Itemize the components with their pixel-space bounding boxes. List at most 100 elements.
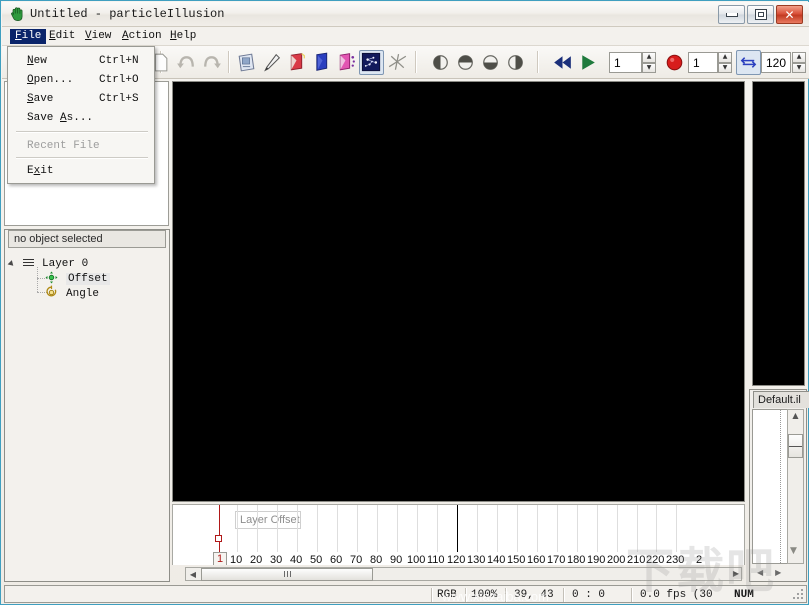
timeline-gridline	[656, 505, 657, 552]
timeline-tick-label: 200	[607, 554, 626, 565]
tree-item-layer0[interactable]: Layer 0	[42, 257, 88, 271]
scrollbar-thumb[interactable]	[201, 567, 373, 581]
timeline-tick-label: 40	[290, 554, 303, 565]
scrollbar-thumb[interactable]	[788, 434, 803, 458]
menu-item-exit[interactable]: Exit	[9, 161, 155, 181]
timeline-playhead[interactable]	[219, 505, 220, 552]
menu-item-recent-file-label: Recent File	[27, 140, 100, 152]
timeline-tick-label: 140	[487, 554, 506, 565]
background-image-icon[interactable]	[234, 50, 259, 75]
view-right-icon[interactable]	[503, 50, 528, 75]
close-button[interactable]: ✕	[776, 5, 803, 24]
timeline-scrollbar[interactable]: ◀	[185, 567, 742, 581]
end-frame-input[interactable]	[761, 52, 791, 73]
application-window: Untitled - particleIllusion ✕ File Edit …	[0, 0, 809, 605]
scroll-right-icon[interactable]: ▶	[730, 567, 742, 581]
emitter-particle-icon[interactable]	[359, 50, 384, 75]
minimize-button[interactable]	[718, 5, 745, 24]
view-bottom-icon[interactable]	[478, 50, 503, 75]
undo-icon[interactable]	[174, 50, 199, 75]
current-frame-input[interactable]	[609, 52, 642, 73]
timeline-keyframe[interactable]	[215, 535, 222, 542]
menu-help-label: elp	[176, 30, 197, 42]
menu-separator	[16, 157, 148, 159]
timeline-tick-label: 170	[547, 554, 566, 565]
blue-layer-icon[interactable]	[309, 50, 334, 75]
resize-grip-icon[interactable]	[792, 589, 804, 601]
library-scrollbar[interactable]: ▲	[787, 409, 804, 564]
scroll-left-icon[interactable]: ◀	[186, 570, 200, 579]
timeline-tick-label: 30	[270, 554, 283, 565]
redo-icon[interactable]	[199, 50, 224, 75]
menu-edit-label: dit	[55, 30, 76, 42]
timeline-tick-label: 50	[310, 554, 323, 565]
file-menu-dropdown[interactable]: New Ctrl+N Open... Ctrl+O Save Ctrl+S Sa…	[7, 46, 155, 184]
timeline-gridline	[417, 505, 418, 552]
stepper-up-icon[interactable]: ▲	[718, 52, 732, 63]
status-cursor-position: 39, 43	[514, 589, 554, 601]
menu-view[interactable]: View	[80, 29, 116, 44]
stepper-down-icon[interactable]: ▼	[642, 62, 656, 73]
window-frame: Untitled - particleIllusion ✕ File Edit …	[0, 0, 809, 605]
loop-icon[interactable]	[736, 50, 761, 75]
timeline-gridline	[577, 505, 578, 552]
timeline-tick-label: 120	[447, 554, 466, 565]
timeline-tick-label: 180	[567, 554, 586, 565]
menu-item-save-label: Save	[27, 93, 54, 105]
timeline-gridline	[317, 505, 318, 552]
timeline-tick-label: 220	[646, 554, 665, 565]
timeline-gridline	[377, 505, 378, 552]
start-frame-stepper[interactable]: ▲ ▼	[718, 52, 732, 73]
timeline-gridline	[257, 505, 258, 552]
menu-edit[interactable]: Edit	[44, 29, 80, 44]
tree-item-angle[interactable]: Angle	[66, 287, 99, 301]
record-icon[interactable]	[662, 50, 687, 75]
red-layer-icon[interactable]	[284, 50, 309, 75]
menu-item-save-as[interactable]: Save As...	[9, 108, 155, 128]
motion-path-icon[interactable]	[385, 50, 410, 75]
menu-item-save[interactable]: Save Ctrl+S	[9, 89, 155, 109]
start-frame-input[interactable]	[688, 52, 718, 73]
scroll-up-icon[interactable]: ▲	[792, 412, 798, 420]
view-top-icon[interactable]	[453, 50, 478, 75]
layers-icon	[23, 259, 34, 267]
menu-item-new[interactable]: New Ctrl+N	[9, 51, 155, 71]
end-frame-stepper[interactable]: ▲ ▼	[792, 52, 806, 73]
stepper-up-icon[interactable]: ▲	[792, 52, 806, 63]
stepper-down-icon[interactable]: ▼	[718, 62, 732, 73]
select-arrow-icon[interactable]	[259, 50, 284, 75]
play-icon[interactable]	[575, 50, 600, 75]
timeline-tick-label: 20	[250, 554, 263, 565]
timeline-tick-label: 160	[527, 554, 546, 565]
timeline-track-label[interactable]: Layer Offset	[235, 511, 301, 529]
next-arrow-icon[interactable]: ▶	[775, 568, 781, 577]
prev-arrow-icon[interactable]: ◀	[757, 568, 763, 577]
stepper-down-icon[interactable]: ▼	[792, 62, 806, 73]
rewind-icon[interactable]	[550, 50, 575, 75]
timeline-gridline	[397, 505, 398, 552]
view-left-icon[interactable]	[428, 50, 453, 75]
timeline-gridline	[676, 505, 677, 552]
tree-item-offset[interactable]: Offset	[66, 272, 110, 286]
scroll-down-icon[interactable]: ▼	[790, 546, 797, 556]
timeline-panel[interactable]: Layer Offset 10 20 30 40 50 60 70 80 90 100 110 120…	[172, 504, 745, 565]
layer-tree: Layer 0 Offset Angle	[6, 251, 166, 576]
menu-file[interactable]: File	[10, 29, 47, 44]
menu-help[interactable]: Help	[165, 29, 201, 44]
pink-deflector-icon[interactable]	[334, 50, 359, 75]
viewport-canvas[interactable]	[172, 81, 745, 502]
maximize-button[interactable]	[747, 5, 774, 24]
current-frame-stepper[interactable]: ▲ ▼	[642, 52, 656, 73]
menu-bar: File Edit View Action Help	[2, 27, 809, 46]
timeline-gridline	[597, 505, 598, 552]
menu-action[interactable]: Action	[117, 29, 167, 44]
library-tab-default[interactable]: Default.il	[753, 391, 809, 408]
viewport-canvas-extension[interactable]	[752, 81, 805, 386]
timeline-gridline	[497, 505, 498, 552]
timeline-tick-label: 2	[696, 554, 703, 565]
library-list-divider	[780, 410, 781, 565]
stepper-up-icon[interactable]: ▲	[642, 52, 656, 63]
timeline-tick-label: 90	[390, 554, 403, 565]
timeline-tick-label: 100	[407, 554, 426, 565]
menu-item-open[interactable]: Open... Ctrl+O	[9, 70, 155, 90]
